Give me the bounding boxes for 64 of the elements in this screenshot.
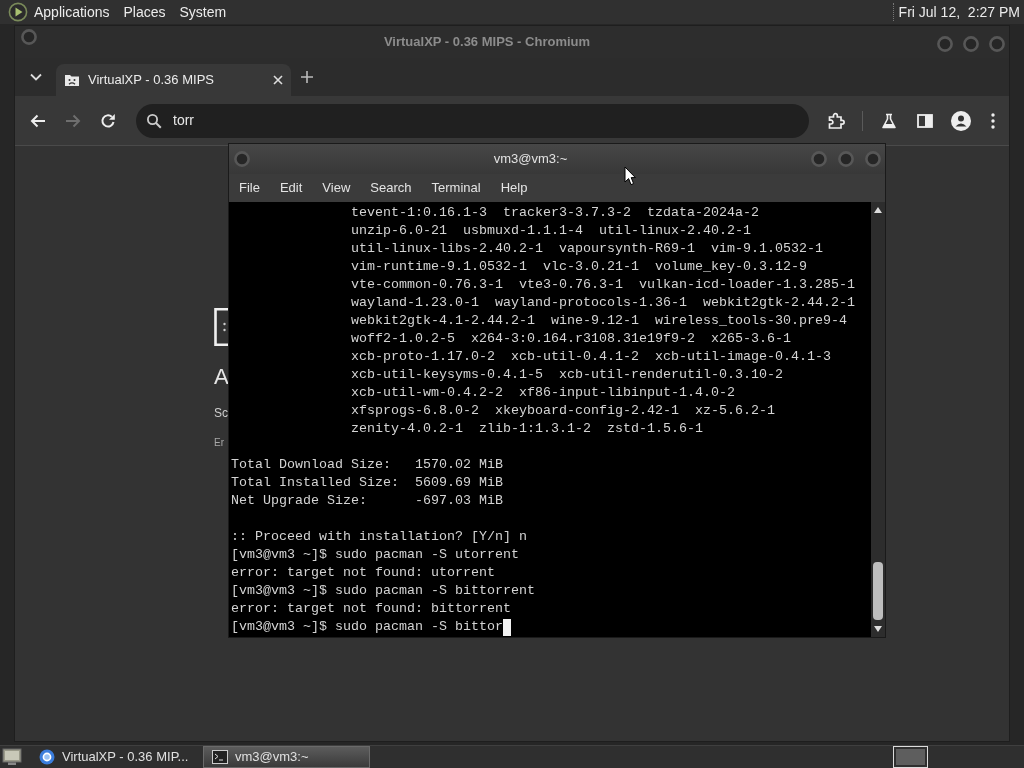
terminal-line: vim-runtime-9.1.0532-1 vlc-3.0.21-1 volume_key-0.3.12-9 [351,258,807,276]
terminal-line: tevent-1:0.16.1-3 tracker3-3.7.3-2 tzdata-2024a-2 [351,204,759,222]
scrollbar[interactable] [871,202,885,637]
terminal-line: :: Proceed with installation? [Y/n] n [231,528,527,546]
terminal-line: [vm3@vm3 ~]$ sudo pacman -S bittorrent [231,582,535,600]
back-icon[interactable] [30,112,46,129]
flask-icon[interactable] [881,112,897,129]
menu-item[interactable]: View [312,178,361,198]
desktop-icon[interactable] [2,748,22,766]
sad-folder-icon [64,72,80,88]
terminal-line: Total Download Size: 1570.02 MiB [231,456,503,474]
clock: Fri Jul 12, 2:27 PM [898,2,1021,22]
terminal-line: webkit2gtk-4.1-2.44.2-1 wine-9.12-1 wireless_tools-30.pre9-4 [351,312,847,330]
menu-item[interactable]: Places [116,3,173,21]
menu-item[interactable]: Edit [269,178,313,198]
workspace-switcher[interactable] [893,746,928,768]
menu-item[interactable]: Terminal [421,178,491,198]
mouse-pointer-icon [624,166,636,186]
profile-icon[interactable] [951,110,971,131]
ring-logo-icon [39,749,55,765]
terminal-line: error: target not found: utorrent [231,564,495,582]
taskbar-button[interactable]: vm3@vm3:~ [203,746,370,768]
window-title: VirtualXP - 0.36 MIPS - Chromium [383,33,591,52]
close-icon[interactable] [273,75,283,85]
terminal-line: unzip-6.0-21 usbmuxd-1.1.1-4 util-linux-2.40.2-1 [351,222,751,240]
terminal-line: zenity-4.0.2-1 zlib-1:1.3.1-2 zstd-1.5.6-1 [351,420,703,438]
scroll-up-icon[interactable] [874,207,882,213]
terminal-line: [vm3@vm3 ~]$ sudo pacman -S utorrent [231,546,519,564]
search-icon [146,112,162,129]
browser-tab[interactable]: VirtualXP - 0.36 MIPS [56,64,291,96]
menu-item[interactable]: Applications [28,3,117,21]
page-heading: A [214,366,229,388]
terminal-line: xfsprogs-6.8.0-2 xkeyboard-config-2.42-1 xz-5.6.2-1 [351,402,775,420]
terminal-line: util-linux-libs-2.40.2-1 vapoursynth-R69-1 vim-9.1.0532-1 [351,240,823,258]
scroll-down-icon[interactable] [874,626,882,632]
scrollbar-thumb[interactable] [873,562,883,620]
logo-icon[interactable] [8,2,28,22]
address-bar[interactable]: torr [136,103,809,138]
terminal-line: wayland-1.23.0-1 wayland-protocols-1.36-1 webkit2gtk-2.44.2-1 [351,294,855,312]
terminal-line: vte-common-0.76.3-1 vte3-0.76.3-1 vulkan-icd-loader-1.3.285-1 [351,276,855,294]
menu-item[interactable]: Help [490,178,538,198]
plus-icon[interactable] [301,71,313,83]
reload-icon[interactable] [100,112,116,129]
terminal-line: Total Installed Size: 5609.69 MiB [231,474,503,492]
puzzle-piece-icon[interactable] [827,111,845,130]
window-title: vm3@vm3:~ [493,150,568,169]
terminal-line: [vm3@vm3 ~]$ sudo pacman -S bittor [231,618,503,636]
terminal-line: error: target not found: bittorrent [231,600,511,618]
terminal-icon [212,750,228,764]
terminal-line: xcb-util-wm-0.4.2-2 xf86-input-libinput-1.4.0-2 [351,384,735,402]
menu-item[interactable]: Search [360,178,422,198]
menu-item[interactable]: System [172,3,234,21]
menu-icon[interactable] [991,112,995,129]
terminal-line: xcb-proto-1.17.0-2 xcb-util-0.4.1-2 xcb-util-image-0.4.1-3 [351,348,831,366]
menu-item[interactable]: File [229,178,270,198]
terminal-line: woff2-1.0.2-5 x264-3:0.164.r3108.31e19f9-2 x265-3.6-1 [351,330,791,348]
terminal-line: Net Upgrade Size: -697.03 MiB [231,492,503,510]
terminal-line: xcb-util-keysyms-0.4.1-5 xcb-util-renderutil-0.3.10-2 [351,366,783,384]
page-text: Er [214,438,224,448]
taskbar-button[interactable]: VirtualXP - 0.36 MIP... [30,746,200,768]
side-panel-icon[interactable] [917,112,933,129]
page-text: Sc [214,407,228,419]
bracket-icon [214,308,228,346]
chevron-down-icon[interactable] [30,73,42,81]
